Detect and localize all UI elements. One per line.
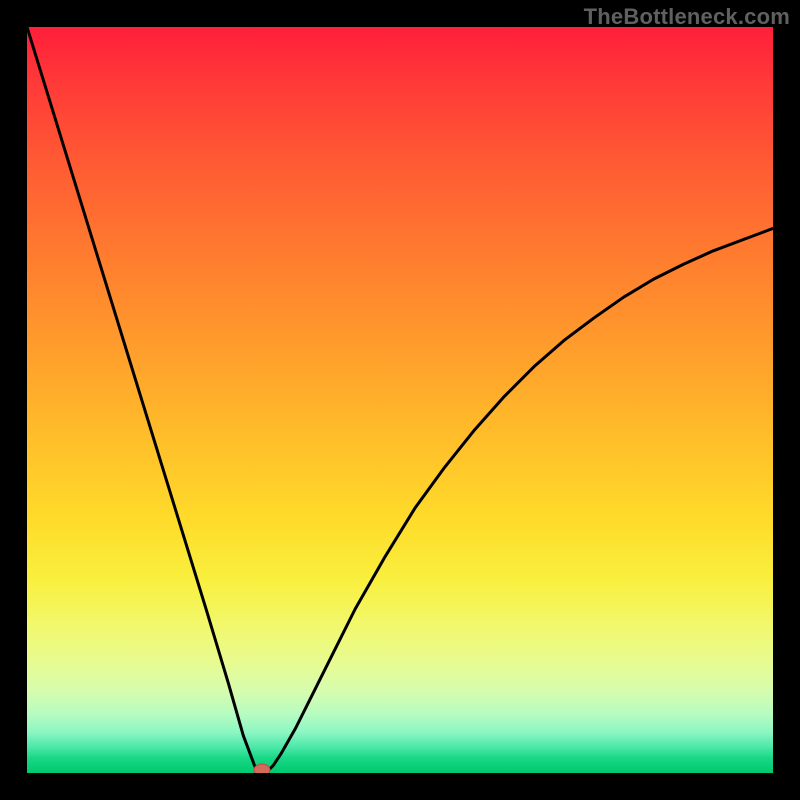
watermark-text: TheBottleneck.com	[584, 4, 790, 30]
chart-frame: TheBottleneck.com	[0, 0, 800, 800]
bottleneck-curve-svg	[27, 27, 773, 773]
optimum-marker	[254, 764, 270, 773]
bottleneck-curve	[27, 27, 773, 773]
plot-area	[27, 27, 773, 773]
